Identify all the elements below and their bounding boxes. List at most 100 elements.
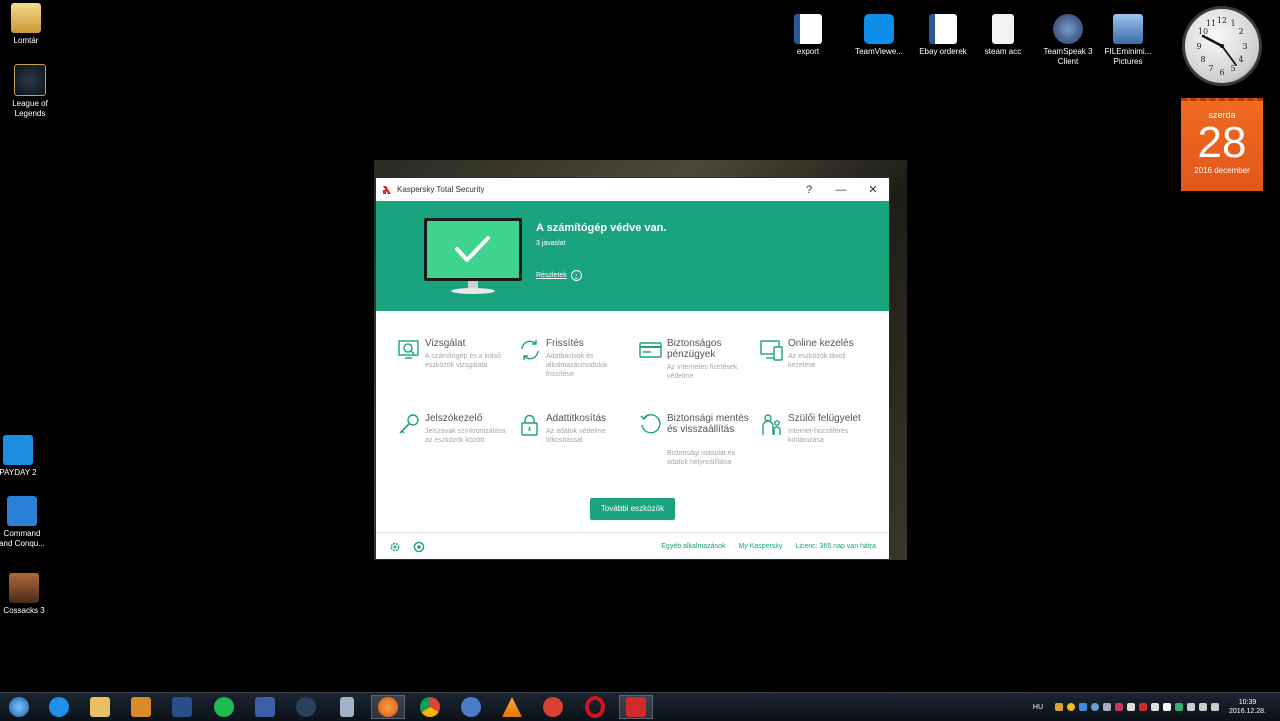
taskbar-explorer[interactable] [83,695,117,719]
minimize-button[interactable]: — [825,184,857,196]
tool-desc: Az eszközök távoli kezelése [788,353,846,369]
svg-text:8: 8 [1200,55,1205,64]
calendar-month: 2016 december [1194,166,1250,175]
more-tools-button[interactable]: További eszközök [590,498,675,520]
taskbar-spotify[interactable] [207,695,241,719]
help-button[interactable]: ? [793,184,825,196]
tray-app-icon[interactable] [1079,703,1088,711]
start-button[interactable] [2,695,36,719]
desktop-icon-cnc[interactable]: Command and Conqu... [0,496,54,549]
desktop-icon-export[interactable]: export [776,14,840,57]
taskbar-opera[interactable] [578,695,612,719]
desktop-icon-recycle-bin[interactable]: Lomtár [0,3,58,46]
tool-desc: A számítógép és a külső eszközök vizsgál… [425,353,501,369]
tray-app-icon[interactable] [1115,703,1124,711]
svg-text:5: 5 [1230,64,1235,73]
my-kaspersky-link[interactable]: My Kaspersky [738,543,782,550]
taskbar: HU 10:39 2016.12.28. [0,692,1280,721]
protected-monitor-icon [424,218,522,294]
close-button[interactable]: ✕ [857,183,889,196]
tool-name: Szülői felügyelet [788,413,861,424]
taskbar-save[interactable] [248,695,282,719]
opera-icon [585,696,605,718]
tray-app-icon[interactable] [1091,703,1100,711]
display-icon[interactable] [1199,703,1208,711]
taskbar-ie[interactable] [42,695,76,719]
recommendations-count: 3 javaslat [536,240,566,247]
kaspersky-window: Kaspersky Total Security ? — ✕ A számító… [376,178,889,559]
svg-text:7: 7 [1208,64,1213,73]
status-hero: A számítógép védve van. 3 javaslat Részl… [376,201,889,311]
taskbar-steam[interactable] [289,695,323,719]
tool-name: Online kezelés [788,338,854,349]
text-file-icon [992,14,1014,44]
taskbar-chrome[interactable] [413,695,447,719]
arrow-right-icon: › [570,270,582,281]
tool-desc: Internet-hozzáférés korlátozása [788,428,849,444]
footer-bar: Egyéb alkalmazások My Kaspersky Licenc: … [376,532,889,560]
password-manager-icon [399,414,419,434]
taskbar-kaspersky[interactable] [619,695,653,719]
taskbar-ccleaner[interactable] [536,695,570,719]
qbittorrent-icon [461,697,481,717]
language-indicator[interactable]: HU [1033,704,1043,711]
desktop-icon-teamspeak[interactable]: TeamSpeak 3 Client [1036,14,1100,67]
svg-text:9: 9 [1196,42,1201,51]
firefox-icon [378,697,398,717]
desktop-icon-steam-acc[interactable]: steam acc [971,14,1035,57]
tool-desc: Jelszavak szinkronizálása az eszközök kö… [425,428,506,444]
title-bar[interactable]: Kaspersky Total Security ? — ✕ [376,178,889,201]
taskbar-qbittorrent[interactable] [454,695,488,719]
flag-icon[interactable] [1163,703,1172,711]
tool-name: Biztonsági mentés és visszaállítás [667,413,749,435]
chrome-icon [420,697,440,717]
taskbar-vlc[interactable] [495,695,529,719]
app-icon [172,697,192,717]
taskbar-date: 2016.12.28. [1229,708,1266,715]
tray-app-icon[interactable] [1103,703,1112,711]
tool-name: Adattitkosítás [546,413,607,424]
word-doc-icon [929,14,957,44]
tray-app-icon[interactable] [1127,703,1136,711]
network-icon[interactable] [1187,703,1196,711]
support-icon[interactable] [413,541,425,553]
tool-name: Biztonságos pénzügyek [667,338,722,360]
svg-text:11: 11 [1206,19,1216,28]
desktop-icon-fileminimizer[interactable]: FILEminimi... Pictures [1096,14,1160,67]
svg-text:12: 12 [1217,16,1227,25]
word-doc-icon [794,14,822,44]
teamspeak-icon [1053,14,1083,44]
tool-desc: Az internetes fizetések védelme [667,364,738,380]
kaspersky-icon [626,697,646,717]
svg-text:4: 4 [1238,55,1243,64]
desktop-icon-teamviewer[interactable]: TeamViewe... [847,14,911,57]
license-link[interactable]: Licenc: 365 nap van hátra [795,543,876,550]
volume-icon[interactable] [1211,703,1220,711]
online-management-icon [760,340,783,361]
desktop-icon-cossacks[interactable]: Cossacks 3 [0,573,56,616]
fileminimizer-icon [1113,14,1143,44]
desktop-icon-league[interactable]: League of Legends [0,64,62,119]
tray-app-icon[interactable] [1067,703,1076,711]
taskbar-calculator[interactable] [330,695,364,719]
tray-app-icon[interactable] [1175,703,1184,711]
clock-gadget: 12 1 2 345 678 9 10 11 [1182,6,1262,86]
other-apps-link[interactable]: Egyéb alkalmazások [661,543,725,550]
taskbar-firefox[interactable] [371,695,405,719]
tray-app-icon[interactable] [1139,703,1148,711]
tray-app-icon[interactable] [1055,703,1064,711]
details-link[interactable]: Részletek › [536,270,582,281]
calculator-icon [340,697,354,717]
desktop-icon-payday[interactable]: PAYDAY 2 [0,435,50,478]
taskbar-clock[interactable]: 10:39 2016.12.28. [1229,698,1266,716]
taskbar-app[interactable] [165,695,199,719]
taskbar-media-player[interactable] [124,695,158,719]
scan-icon [398,340,419,359]
footer-links: Egyéb alkalmazások My Kaspersky Licenc: … [661,543,876,550]
tool-desc: Az adatok védelme titkosítással [546,428,606,444]
settings-gear-icon[interactable] [389,541,401,553]
tray-app-icon[interactable] [1151,703,1160,711]
desktop-icon-ebay[interactable]: Ebay orderek [911,14,975,57]
safe-money-icon [639,342,662,358]
tool-name: Frissítés [546,338,584,349]
